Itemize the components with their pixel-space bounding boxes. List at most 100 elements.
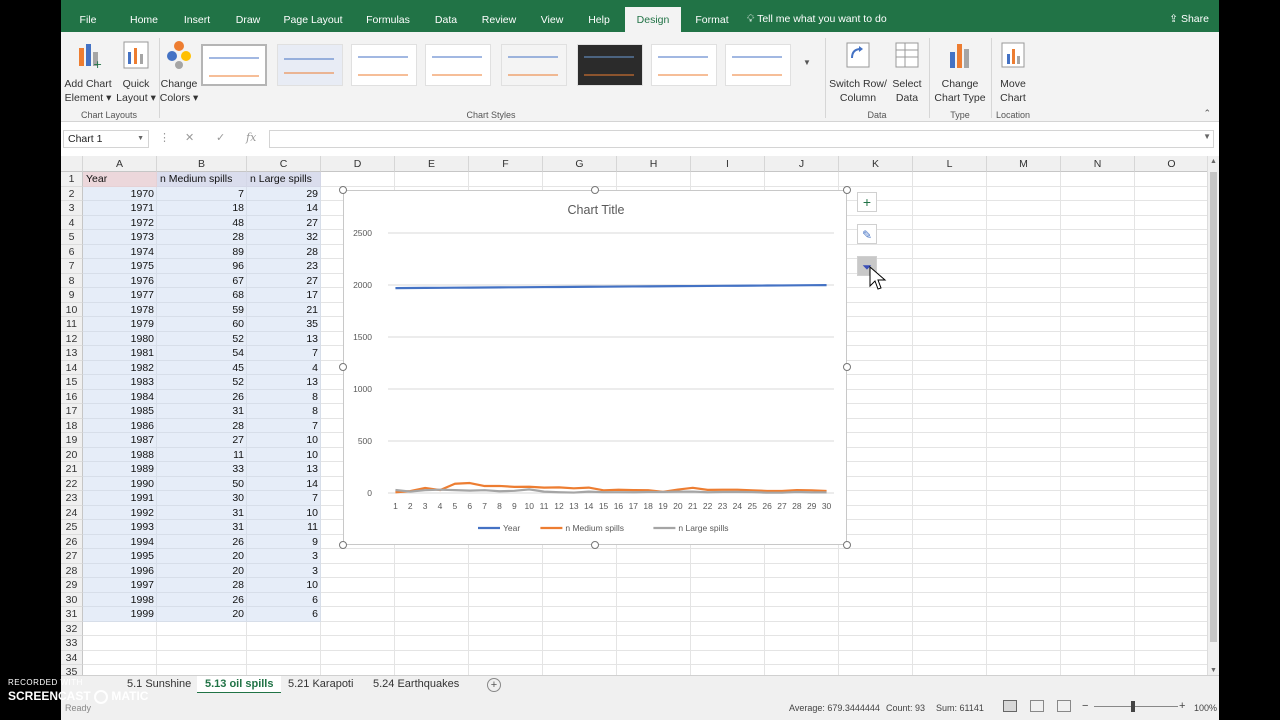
zoom-slider-thumb[interactable] bbox=[1131, 701, 1135, 712]
add-sheet-icon[interactable]: + bbox=[487, 678, 501, 692]
data-cell[interactable]: 35 bbox=[247, 317, 321, 332]
column-header[interactable]: F bbox=[469, 156, 543, 172]
page-layout-view-icon[interactable] bbox=[1030, 700, 1044, 712]
data-cell[interactable]: 18 bbox=[157, 201, 247, 216]
resize-handle[interactable] bbox=[591, 186, 599, 194]
data-cell[interactable]: 21 bbox=[247, 303, 321, 318]
share-button[interactable]: ⇪ Share bbox=[1169, 13, 1209, 25]
data-cell[interactable]: 13 bbox=[247, 375, 321, 390]
scroll-down-icon[interactable]: ▼ bbox=[1210, 667, 1217, 674]
data-cell[interactable]: 26 bbox=[157, 593, 247, 608]
data-cell[interactable]: 8 bbox=[247, 404, 321, 419]
select-all-corner[interactable] bbox=[61, 156, 83, 172]
chevron-down-icon[interactable]: ▼ bbox=[137, 131, 144, 147]
row-header[interactable]: 23 bbox=[61, 491, 83, 506]
data-cell[interactable]: 10 bbox=[247, 433, 321, 448]
row-header[interactable]: 22 bbox=[61, 476, 83, 491]
row-header[interactable]: 28 bbox=[61, 563, 83, 578]
row-header[interactable]: 4 bbox=[61, 215, 83, 230]
column-header[interactable]: N bbox=[1061, 156, 1135, 172]
data-cell[interactable]: 31 bbox=[157, 520, 247, 535]
data-cell[interactable]: 7 bbox=[247, 419, 321, 434]
row-header[interactable]: 16 bbox=[61, 389, 83, 404]
row-header[interactable]: 14 bbox=[61, 360, 83, 375]
data-cell[interactable]: 1996 bbox=[83, 564, 157, 579]
zoom-slider[interactable] bbox=[1094, 706, 1178, 707]
header-cell[interactable]: n Medium spills bbox=[157, 172, 247, 187]
data-cell[interactable]: 54 bbox=[157, 346, 247, 361]
data-cell[interactable]: 27 bbox=[247, 216, 321, 231]
row-header[interactable]: 21 bbox=[61, 462, 83, 477]
expand-formula-icon[interactable]: ▼ bbox=[1203, 132, 1211, 141]
data-cell[interactable]: 1993 bbox=[83, 520, 157, 535]
row-header[interactable]: 12 bbox=[61, 331, 83, 346]
column-header[interactable]: M bbox=[987, 156, 1061, 172]
row-header[interactable]: 31 bbox=[61, 607, 83, 622]
sheet-tab-karapoti[interactable]: 5.21 Karapoti bbox=[280, 676, 361, 694]
data-cell[interactable]: 14 bbox=[247, 201, 321, 216]
tab-data[interactable]: Data bbox=[433, 0, 459, 32]
row-header[interactable]: 33 bbox=[61, 636, 83, 651]
data-cell[interactable]: 17 bbox=[247, 288, 321, 303]
tab-home[interactable]: Home bbox=[125, 0, 163, 32]
resize-handle[interactable] bbox=[339, 541, 347, 549]
chart-styles-button[interactable]: ✎ bbox=[857, 224, 877, 244]
tab-help[interactable]: Help bbox=[586, 0, 612, 32]
quick-layout-button[interactable]: Quick Layout ▾ bbox=[115, 40, 157, 105]
data-cell[interactable]: 30 bbox=[157, 491, 247, 506]
normal-view-icon[interactable] bbox=[1003, 700, 1017, 712]
chart-title[interactable]: Chart Title bbox=[568, 203, 625, 217]
data-cell[interactable]: 33 bbox=[157, 462, 247, 477]
data-cell[interactable]: 13 bbox=[247, 332, 321, 347]
data-cell[interactable]: 60 bbox=[157, 317, 247, 332]
data-cell[interactable]: 28 bbox=[157, 419, 247, 434]
row-header[interactable]: 27 bbox=[61, 549, 83, 564]
data-cell[interactable]: 1991 bbox=[83, 491, 157, 506]
chart-style-5[interactable] bbox=[501, 44, 567, 86]
data-cell[interactable]: 6 bbox=[247, 593, 321, 608]
row-header[interactable]: 10 bbox=[61, 302, 83, 317]
data-cell[interactable]: 32 bbox=[247, 230, 321, 245]
column-header[interactable]: D bbox=[321, 156, 395, 172]
chart[interactable]: Chart Title 0 500 1000 1500 2000 2500 1234567… bbox=[343, 190, 847, 545]
tab-view[interactable]: View bbox=[539, 0, 565, 32]
data-cell[interactable]: 1989 bbox=[83, 462, 157, 477]
column-header[interactable]: C bbox=[247, 156, 321, 172]
data-cell[interactable]: 3 bbox=[247, 549, 321, 564]
worksheet-grid[interactable]: ABCDEFGHIJKLMNO 1 2 3 4 5 6 7 8 9 10 11 12 13 14 15 16 1… bbox=[61, 156, 1207, 676]
column-header[interactable]: I bbox=[691, 156, 765, 172]
vertical-scrollbar[interactable]: ▲ ▼ bbox=[1207, 156, 1219, 676]
data-cell[interactable]: 1979 bbox=[83, 317, 157, 332]
data-cell[interactable]: 4 bbox=[247, 361, 321, 376]
row-header[interactable]: 34 bbox=[61, 650, 83, 665]
tab-design[interactable]: Design bbox=[625, 7, 681, 32]
switch-row-column-button[interactable]: Switch Row/ Column bbox=[828, 40, 888, 105]
data-cell[interactable]: 1987 bbox=[83, 433, 157, 448]
move-chart-button[interactable]: Move Chart bbox=[993, 40, 1033, 105]
column-header[interactable]: O bbox=[1135, 156, 1207, 172]
row-header[interactable]: 8 bbox=[61, 273, 83, 288]
chart-style-3[interactable] bbox=[351, 44, 417, 86]
data-cell[interactable]: 1974 bbox=[83, 245, 157, 260]
data-cell[interactable]: 26 bbox=[157, 390, 247, 405]
data-cell[interactable]: 26 bbox=[157, 535, 247, 550]
data-cell[interactable]: 68 bbox=[157, 288, 247, 303]
data-cell[interactable]: 6 bbox=[247, 607, 321, 622]
data-cell[interactable]: 29 bbox=[247, 187, 321, 202]
data-cell[interactable]: 7 bbox=[247, 491, 321, 506]
column-header[interactable]: E bbox=[395, 156, 469, 172]
data-cell[interactable]: 7 bbox=[247, 346, 321, 361]
sheet-tab-earthquakes[interactable]: 5.24 Earthquakes bbox=[365, 676, 467, 694]
data-cell[interactable]: 28 bbox=[157, 230, 247, 245]
data-cell[interactable]: 13 bbox=[247, 462, 321, 477]
chart-style-4[interactable] bbox=[425, 44, 491, 86]
column-header[interactable]: L bbox=[913, 156, 987, 172]
select-data-button[interactable]: Select Data bbox=[888, 40, 926, 105]
data-cell[interactable]: 9 bbox=[247, 535, 321, 550]
header-cell[interactable]: Year bbox=[83, 172, 157, 187]
row-header[interactable]: 24 bbox=[61, 505, 83, 520]
sheet-tab-oil-spills[interactable]: 5.13 oil spills bbox=[197, 676, 282, 694]
data-cell[interactable]: 10 bbox=[247, 578, 321, 593]
data-cell[interactable]: 1992 bbox=[83, 506, 157, 521]
data-cell[interactable]: 1997 bbox=[83, 578, 157, 593]
